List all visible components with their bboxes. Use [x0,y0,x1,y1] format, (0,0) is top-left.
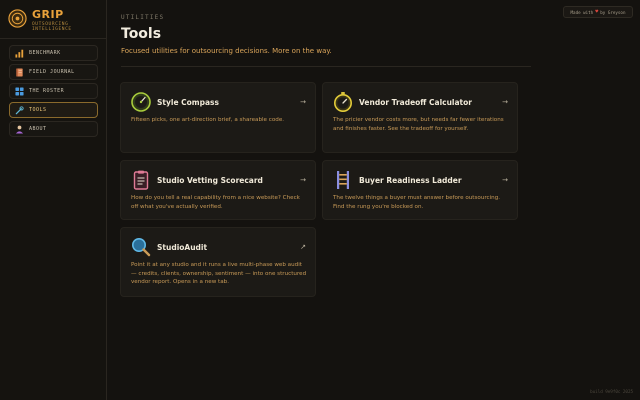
tool-card-title: Buyer Readiness Ladder [359,176,462,185]
stopwatch-icon [334,92,352,112]
sidebar-item-about[interactable]: ABOUT [9,121,98,137]
sidebar-divider [0,38,107,39]
external-link-icon: ↗ [300,243,306,251]
clipboard-icon [133,170,149,190]
sidebar-item-the-roster[interactable]: THE ROSTER [9,83,98,99]
person-icon [15,125,24,134]
made-with-prefix: Made with [570,9,594,15]
tool-card-title: Style Compass [157,98,219,107]
sidebar-item-label: TOOLS [29,107,47,113]
arrow-right-icon: → [300,98,306,106]
page-eyebrow: UTILITIES [121,14,165,21]
sidebar: GRIP OUTSOURCING INTELLIGENCE BENCHMARK … [0,0,107,400]
footer-note: build 9e9f0c 2025 [590,389,633,394]
tool-card-title: Vendor Tradeoff Calculator [359,98,472,107]
page-subtitle: Focused utilities for outsourcing decisi… [121,47,332,55]
sidebar-item-field-journal[interactable]: FIELD JOURNAL [9,64,98,80]
tool-card-description: Point it at any studio and it runs a liv… [131,262,307,286]
sidebar-item-label: BENCHMARK [29,50,61,56]
tool-card-buyer-readiness-ladder[interactable]: Buyer Readiness Ladder → The twelve thin… [322,160,518,220]
sidebar-nav: BENCHMARK FIELD JOURNAL THE ROSTER TOOLS… [9,45,98,140]
bar-chart-icon [15,49,24,58]
tool-card-studioaudit[interactable]: StudioAudit ↗ Point it at any studio and… [120,227,316,297]
sidebar-item-label: FIELD JOURNAL [29,69,75,75]
tool-card-description: Fifteen picks, one art-direction brief, … [131,117,285,123]
tool-card-studio-vetting-scorecard[interactable]: Studio Vetting Scorecard → How do you te… [120,160,316,220]
compass-icon [131,92,151,112]
arrow-right-icon: → [502,176,508,184]
sidebar-item-label: THE ROSTER [29,88,65,94]
brand-title: GRIP [32,8,64,21]
tool-card-style-compass[interactable]: Style Compass → Fifteen picks, one art-d… [120,82,316,153]
arrow-right-icon: → [300,176,306,184]
brand-subtitle-line2: INTELLIGENCE [32,27,72,32]
grid-icon [15,86,24,96]
made-with-badge[interactable]: Made with ♥ by Greyson [563,6,633,18]
tool-card-title: StudioAudit [157,243,208,252]
arrow-right-icon: → [502,98,508,106]
sidebar-item-tools[interactable]: TOOLS [9,102,98,118]
made-with-suffix: by Greyson [600,9,626,15]
grip-logo-icon [8,9,27,28]
header-divider [121,66,531,67]
tool-card-description: How do you tell a real capability from a… [131,195,300,210]
sidebar-item-benchmark[interactable]: BENCHMARK [9,45,98,61]
heart-icon: ♥ [595,9,599,15]
tool-card-title: Studio Vetting Scorecard [157,176,263,185]
tools-icon [15,105,24,114]
ladder-icon [337,171,349,189]
tool-card-vendor-tradeoff-calculator[interactable]: Vendor Tradeoff Calculator → The pricier… [322,82,518,153]
sidebar-item-label: ABOUT [29,126,47,132]
page-title: Tools [121,26,162,42]
brand[interactable]: GRIP OUTSOURCING INTELLIGENCE [8,9,72,32]
tool-card-description: The pricier vendor costs more, but needs… [333,117,504,132]
magnifier-icon [132,238,151,257]
tool-card-description: The twelve things a buyer must answer be… [333,195,501,210]
journal-icon [16,67,23,77]
